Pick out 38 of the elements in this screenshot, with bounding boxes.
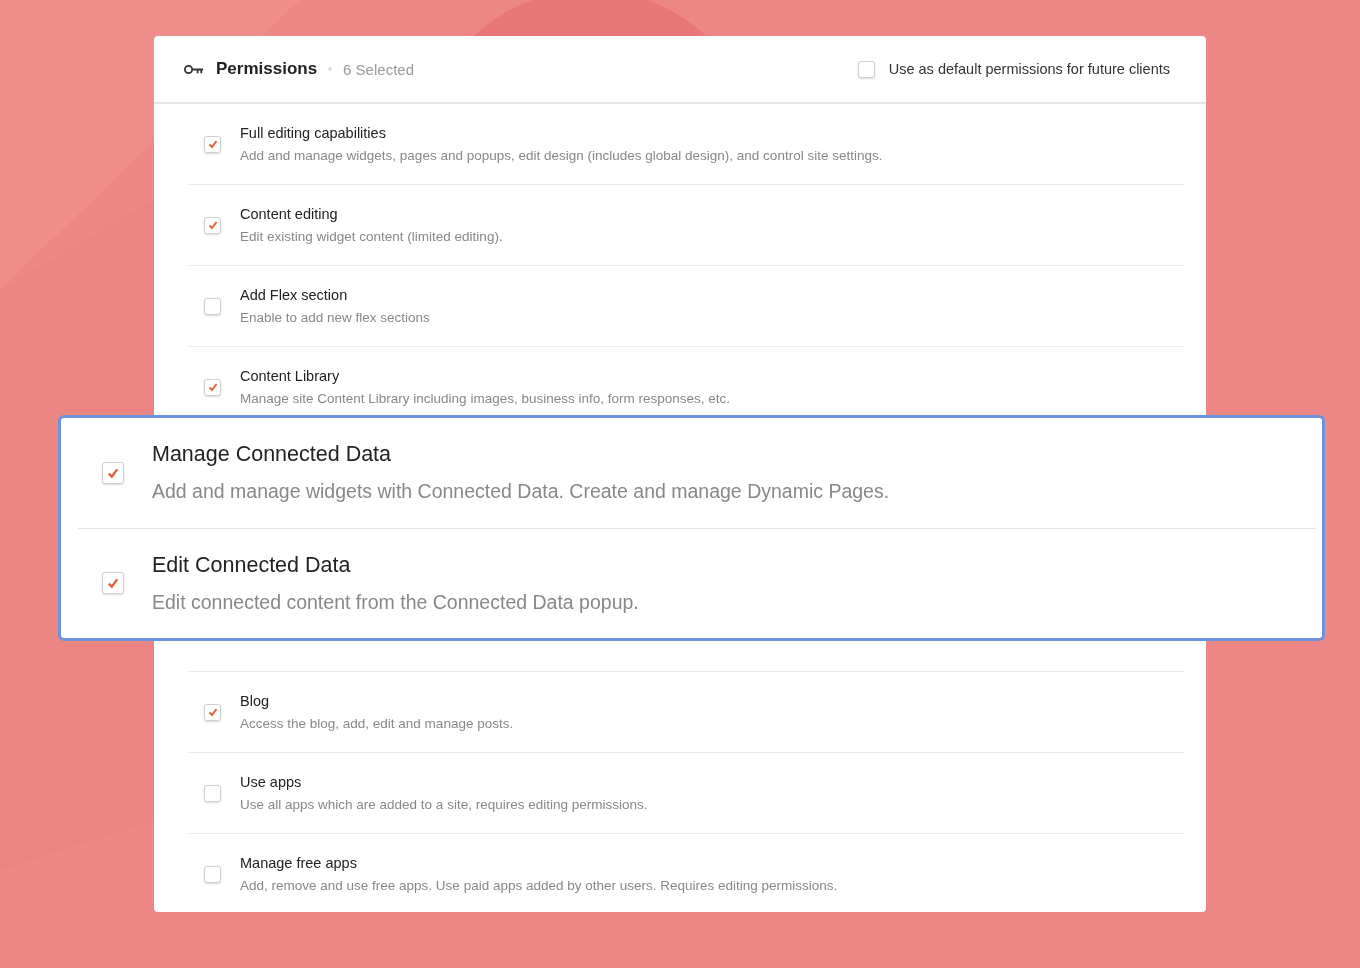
permission-title: Use apps (240, 774, 303, 790)
permission-description: Manage site Content Library including images, business info, form responses, etc. (240, 391, 730, 406)
permission-description: Access the blog, add, edit and manage posts. (240, 716, 514, 731)
permission-title: Content Library (240, 368, 341, 384)
permission-title: Manage Connected Data (152, 442, 393, 468)
checkbox[interactable] (204, 703, 221, 721)
permission-description: Add, remove and use free apps. Use paid apps added by other users. Requires editing permissions. (240, 878, 838, 893)
permission-description: Edit existing widget content (limited editing). (240, 229, 503, 244)
permission-title: Blog (240, 693, 271, 709)
check-icon (107, 577, 119, 590)
check-icon (207, 139, 218, 149)
checkbox-label: Use as default permissions for future clients (888, 61, 1170, 77)
permission-title: Edit Connected Data (152, 552, 352, 578)
checkbox[interactable] (857, 60, 875, 78)
selected-count: 6 Selected (343, 60, 414, 78)
permission-description: Add and manage widgets, pages and popups, edit design (includes global design), and control site settings. (240, 148, 883, 163)
permission-description: Add and manage widgets with Connected Data. Create and manage Dynamic Pages. (152, 480, 890, 504)
checkbox[interactable] (204, 135, 221, 153)
checkbox[interactable] (204, 297, 221, 315)
card-title: Permissions (216, 59, 318, 79)
checkbox[interactable] (204, 865, 221, 883)
permission-description: Edit connected content from the Connected Data popup. (152, 590, 639, 614)
checkbox[interactable] (204, 378, 221, 396)
permission-title: Content editing (240, 206, 339, 222)
checkbox[interactable] (102, 572, 124, 595)
check-icon (207, 707, 218, 717)
checkbox[interactable] (204, 784, 221, 802)
permission-title: Manage free apps (240, 855, 358, 871)
check-icon (207, 220, 218, 230)
permission-title: Full editing capabilities (240, 125, 387, 141)
check-icon (207, 382, 218, 392)
key-icon (184, 63, 204, 75)
permission-title: Add Flex section (240, 287, 349, 303)
permission-description: Use all apps which are added to a site, requires editing permissions. (240, 797, 648, 812)
checkbox[interactable] (102, 461, 124, 484)
permission-description: Enable to add new flex sections (240, 310, 430, 325)
checkbox[interactable] (204, 216, 221, 234)
check-icon (107, 466, 119, 479)
